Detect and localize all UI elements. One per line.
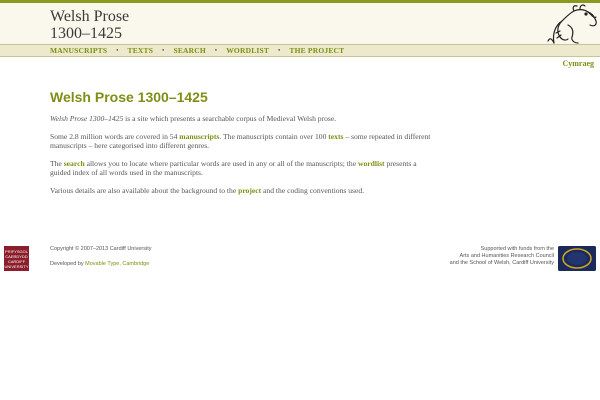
- text-span: allows you to locate where particular wo…: [84, 158, 358, 168]
- nav-separator: •: [214, 47, 218, 54]
- project-link[interactable]: project: [238, 186, 261, 195]
- dragon-icon: [547, 4, 597, 44]
- intro-paragraph-4: Various details are also available about…: [50, 186, 435, 196]
- intro-paragraph-3: The search allows you to locate where pa…: [50, 159, 435, 178]
- intro-content: Welsh Prose 1300–1425 is a site which pr…: [50, 114, 435, 203]
- developer-credit: Developed by Movable Type, Cambridge: [50, 261, 151, 268]
- nav-wordlist[interactable]: WORDLIST: [226, 46, 269, 55]
- site-title[interactable]: Welsh Prose 1300–1425: [50, 8, 129, 42]
- intro-paragraph-1: Welsh Prose 1300–1425 is a site which pr…: [50, 114, 435, 124]
- nav-manuscripts[interactable]: MANUSCRIPTS: [50, 46, 107, 55]
- text-span: The: [50, 158, 64, 168]
- copyright-text: Copyright © 2007–2013 Cardiff University: [50, 246, 152, 252]
- support-line: Supported with funds from the: [480, 246, 554, 252]
- ahrc-logo-icon[interactable]: [558, 246, 596, 271]
- search-link[interactable]: search: [64, 159, 85, 168]
- site-name-italic: Welsh Prose 1300–1425: [50, 114, 124, 123]
- intro-paragraph-2: Some 2.8 million words are covered in 54…: [50, 132, 435, 151]
- nav-separator: •: [162, 47, 165, 54]
- footer-credits: Copyright © 2007–2013 Cardiff University…: [50, 246, 151, 268]
- ahrc-emblem-icon: [558, 246, 596, 271]
- text-span: Various details are also available about…: [50, 185, 239, 195]
- texts-link[interactable]: texts: [328, 132, 343, 141]
- language-switch-link[interactable]: Cymraeg: [562, 59, 594, 68]
- cardiff-university-logo[interactable]: PRIFYSGOL CAERDYDD CARDIFF UNIVERSITY: [4, 246, 29, 271]
- nav-separator: •: [278, 47, 281, 54]
- nav-search[interactable]: SEARCH: [173, 46, 205, 55]
- support-line: Arts and Humanities Research Council: [459, 253, 554, 259]
- page-title: Welsh Prose 1300–1425: [50, 89, 208, 105]
- site-header: Welsh Prose 1300–1425: [0, 3, 600, 44]
- nav-separator: •: [116, 47, 119, 54]
- main-nav-bar: MANUSCRIPTS • TEXTS • SEARCH • WORDLIST …: [0, 44, 600, 57]
- support-line: and the School of Welsh, Cardiff Univers…: [449, 260, 554, 266]
- developer-link[interactable]: Movable Type, Cambridge: [85, 261, 149, 267]
- wordlist-link[interactable]: wordlist: [358, 159, 385, 168]
- nav-the-project[interactable]: THE PROJECT: [289, 46, 344, 55]
- logo-text: UNIVERSITY: [4, 264, 29, 269]
- text-span: . The manuscripts contain over 100: [219, 131, 329, 141]
- funding-acknowledgement: Supported with funds from the Arts and H…: [394, 246, 554, 267]
- text-span: Some 2.8 million words are covered in 54: [50, 131, 180, 141]
- text-span: is a site which presents a searchable co…: [123, 114, 337, 123]
- text-span: and the coding conventions used.: [261, 185, 365, 195]
- site-title-line1: Welsh Prose: [50, 8, 130, 25]
- text-span: Developed by: [50, 261, 86, 267]
- main-nav: MANUSCRIPTS • TEXTS • SEARCH • WORDLIST …: [50, 46, 344, 55]
- manuscripts-link[interactable]: manuscripts: [179, 132, 219, 141]
- nav-texts[interactable]: TEXTS: [128, 46, 154, 55]
- site-title-line2: 1300–1425: [50, 25, 122, 42]
